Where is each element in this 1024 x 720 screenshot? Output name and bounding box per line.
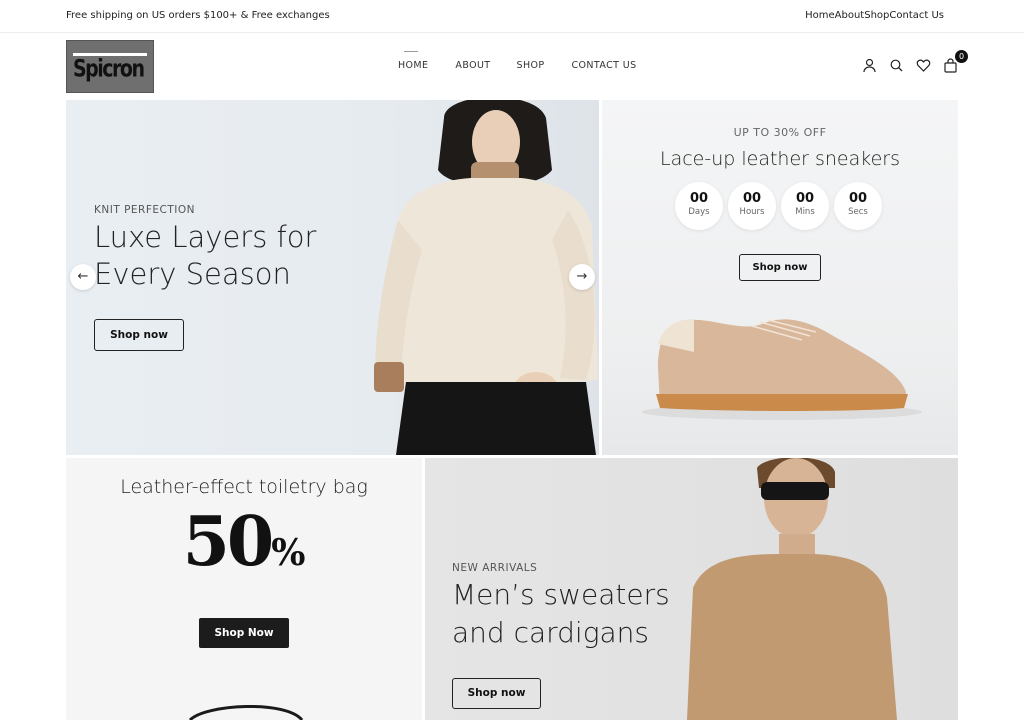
hero-title-line2: Every Season — [94, 257, 291, 291]
toplink-contact[interactable]: Contact Us — [889, 10, 944, 21]
men-shop-now-button[interactable]: Shop now — [452, 678, 541, 709]
sneaker-image — [642, 319, 922, 420]
header-icons: 0 — [862, 50, 968, 73]
men-promo-banner: NEW ARRIVALS Men’s sweaters and cardigan… — [425, 458, 958, 720]
top-announcement-bar: Free shipping on US orders $100+ & Free … — [0, 0, 1024, 33]
hero-title-line1: Luxe Layers for — [94, 220, 317, 254]
cart-icon[interactable]: 0 — [943, 50, 968, 73]
nav-contact[interactable]: CONTACT US — [572, 60, 637, 71]
main-nav: HOME ABOUT SHOP CONTACT US — [398, 51, 637, 71]
search-icon[interactable] — [889, 58, 904, 73]
shipping-promo-text: Free shipping on US orders $100+ & Free … — [66, 10, 330, 21]
hero-next-arrow[interactable]: → — [569, 264, 595, 290]
cart-count-badge: 0 — [955, 50, 968, 63]
hero-eyebrow: KNIT PERFECTION — [94, 204, 195, 216]
men-eyebrow: NEW ARRIVALS — [452, 562, 538, 574]
toplink-home[interactable]: Home — [805, 10, 835, 21]
sneakers-promo-banner: UP TO 30% OFF Lace-up leather sneakers 0… — [602, 100, 958, 455]
hero-prev-arrow[interactable]: ← — [70, 264, 96, 290]
top-links: Home About Shop Contact Us — [805, 10, 944, 21]
hero-shop-now-button[interactable]: Shop now — [94, 319, 184, 351]
nav-about[interactable]: ABOUT — [455, 60, 490, 71]
wishlist-icon[interactable] — [916, 58, 931, 73]
nav-shop[interactable]: SHOP — [517, 60, 545, 71]
toplink-about[interactable]: About — [835, 10, 865, 21]
men-title-line1: Men’s sweaters — [452, 578, 670, 611]
men-title-line2: and cardigans — [452, 616, 649, 649]
toplink-shop[interactable]: Shop — [864, 10, 889, 21]
account-icon[interactable] — [862, 58, 877, 73]
logo-text: Spicron — [73, 55, 145, 83]
site-logo[interactable]: Spicron — [66, 40, 154, 93]
site-header: Spicron HOME ABOUT SHOP CONTACT US 0 — [0, 34, 1024, 98]
nav-home[interactable]: HOME — [398, 51, 428, 71]
bag-image — [188, 705, 304, 720]
bag-promo-banner: Leather-effect toiletry bag 50% Shop Now — [66, 458, 422, 720]
hero-banner: ← → KNIT PERFECTION Luxe Layers for Ever… — [66, 100, 599, 455]
